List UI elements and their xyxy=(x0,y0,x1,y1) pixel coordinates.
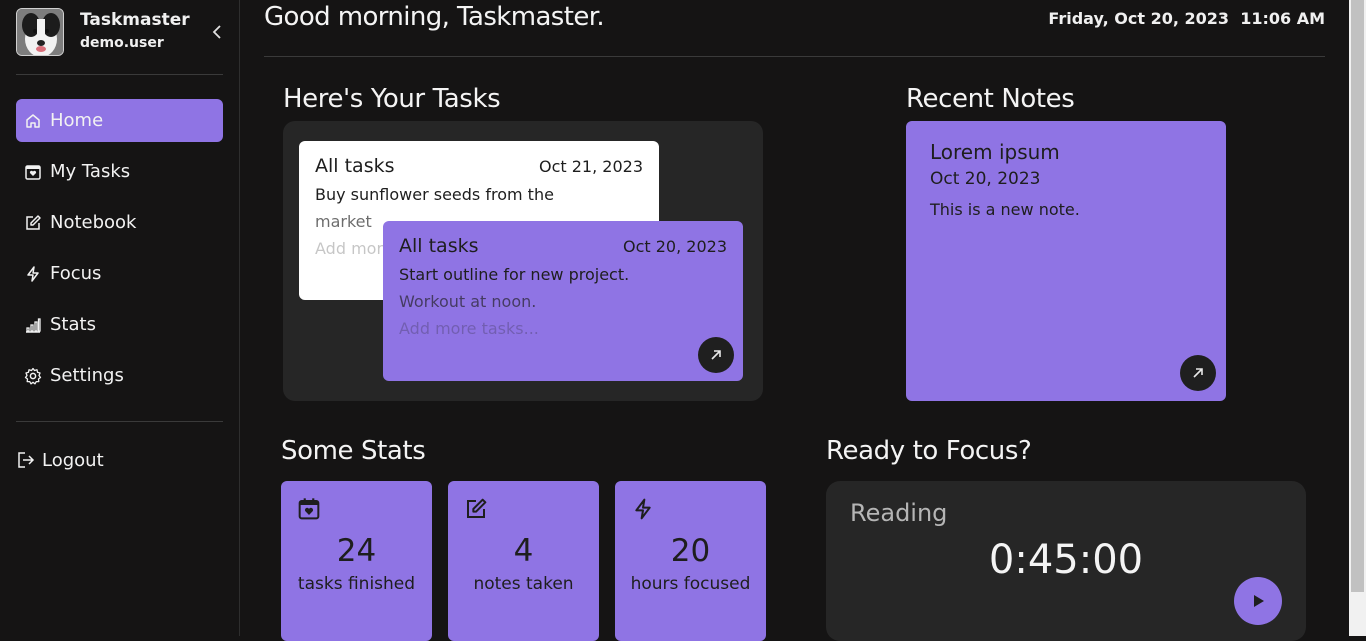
notes-section-title: Recent Notes xyxy=(906,84,1075,114)
play-icon xyxy=(1254,595,1264,607)
focus-timer: 0:45:00 xyxy=(988,537,1144,583)
edit-icon xyxy=(24,214,42,232)
logout-button[interactable]: Logout xyxy=(16,446,104,474)
stat-value: 24 xyxy=(336,533,377,569)
focus-activity-label: Reading xyxy=(850,499,948,527)
sidebar-item-notebook[interactable]: Notebook xyxy=(16,201,223,244)
sidebar-item-settings[interactable]: Settings xyxy=(16,354,223,397)
sidebar: Taskmaster demo.user Home My Tasks Noteb… xyxy=(0,0,240,636)
bar-chart-icon xyxy=(24,316,42,334)
note-card[interactable]: Lorem ipsum Oct 20, 2023 This is a new n… xyxy=(906,121,1226,401)
stats-section-title: Some Stats xyxy=(281,436,426,466)
lightning-icon xyxy=(631,497,655,521)
edit-icon xyxy=(464,497,488,521)
stat-value: 20 xyxy=(670,533,711,569)
sidebar-item-focus[interactable]: Focus xyxy=(16,252,223,295)
lightning-icon xyxy=(24,265,42,283)
stat-label: hours focused xyxy=(630,574,751,594)
app-name: Taskmaster xyxy=(80,10,190,30)
task-card-title: All tasks xyxy=(399,235,479,257)
focus-card: Reading 0:45:00 xyxy=(826,481,1306,641)
add-more-tasks: Add more tasks... xyxy=(399,319,539,338)
task-card-date: Oct 20, 2023 xyxy=(623,237,727,256)
chevron-left-icon xyxy=(212,25,221,39)
task-card-title: All tasks xyxy=(315,155,395,177)
sidebar-item-label: Home xyxy=(50,110,104,131)
open-note-button[interactable] xyxy=(1180,355,1216,391)
task-line: Workout at noon. xyxy=(399,292,537,311)
username: demo.user xyxy=(80,35,164,51)
date-time: Friday, Oct 20, 2023 11:06 AM xyxy=(1048,9,1325,28)
sidebar-item-label: My Tasks xyxy=(50,161,131,182)
header-divider xyxy=(264,56,1325,57)
sidebar-item-label: Notebook xyxy=(50,212,137,233)
arrow-up-right-icon xyxy=(1193,368,1203,378)
stat-card-hours: 20 hours focused xyxy=(615,481,766,641)
sidebar-divider xyxy=(16,74,223,75)
sidebar-item-home[interactable]: Home xyxy=(16,99,223,142)
tasks-section-title: Here's Your Tasks xyxy=(283,84,501,114)
sidebar-item-stats[interactable]: Stats xyxy=(16,303,223,346)
task-line: Buy sunflower seeds from the xyxy=(315,185,554,204)
sidebar-divider xyxy=(16,421,223,422)
task-card-date: Oct 21, 2023 xyxy=(539,157,643,176)
stat-card-tasks: 24 tasks finished xyxy=(281,481,432,641)
avatar xyxy=(16,8,64,56)
home-icon xyxy=(24,112,42,130)
calendar-heart-icon xyxy=(297,497,321,521)
note-date: Oct 20, 2023 xyxy=(930,169,1041,189)
stat-label: notes taken xyxy=(473,574,574,594)
open-task-button[interactable] xyxy=(698,337,734,373)
focus-section-title: Ready to Focus? xyxy=(826,436,1032,466)
start-focus-button[interactable] xyxy=(1234,577,1282,625)
note-title: Lorem ipsum xyxy=(930,140,1060,164)
sidebar-item-label: Settings xyxy=(50,365,124,386)
sidebar-item-label: Stats xyxy=(50,314,96,335)
note-body: This is a new note. xyxy=(930,200,1080,219)
page-scrollbar[interactable] xyxy=(1349,0,1366,636)
sidebar-item-my-tasks[interactable]: My Tasks xyxy=(16,150,223,193)
task-line: Start outline for new project. xyxy=(399,265,630,284)
scrollbar-thumb[interactable] xyxy=(1351,0,1364,592)
arrow-up-right-icon xyxy=(711,350,721,360)
sidebar-item-label: Focus xyxy=(50,263,102,284)
user-profile[interactable]: Taskmaster demo.user xyxy=(16,8,190,56)
logout-icon xyxy=(16,450,36,470)
stat-card-notes: 4 notes taken xyxy=(448,481,599,641)
collapse-sidebar-button[interactable] xyxy=(209,22,225,42)
greeting-title: Good morning, Taskmaster. xyxy=(264,2,605,32)
calendar-heart-icon xyxy=(24,163,42,181)
stat-label: tasks finished xyxy=(297,574,416,594)
logout-label: Logout xyxy=(42,449,104,471)
gear-icon xyxy=(24,367,42,385)
stat-value: 4 xyxy=(513,533,534,569)
task-card[interactable]: All tasks Oct 20, 2023 Start outline for… xyxy=(383,221,743,381)
